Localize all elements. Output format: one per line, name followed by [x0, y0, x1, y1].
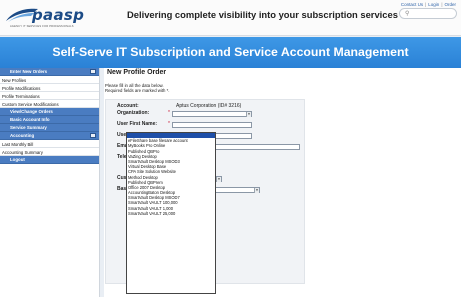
sidebar-group-view-change-orders[interactable]: View/Change Orders [0, 108, 99, 116]
instruction-line: Required fields are marked with *. [105, 88, 170, 93]
sidebar-item-profile-modifications[interactable]: Profile Modifications [0, 84, 99, 92]
sidebar-group-accounting[interactable]: Accounting [0, 132, 99, 140]
sidebar-nav: Enter New Orders New Profiles Profile Mo… [0, 68, 100, 297]
login-link[interactable]: Login [428, 2, 439, 7]
required-marker: * [168, 121, 170, 127]
logo-tagline: AGENCY IT SERVICES FOR PROFESSIONALS [10, 25, 74, 28]
title-band: Self-Serve IT Subscription and Service A… [0, 37, 461, 68]
form-instructions: Please fill in all the data below. Requi… [105, 83, 169, 93]
sidebar-group-label: Logout [10, 157, 25, 162]
site-logo[interactable]: paasp AGENCY IT SERVICES FOR PROFESSIONA… [4, 6, 106, 30]
chevron-down-icon: ▼ [246, 112, 251, 117]
sidebar-group-label: Enter New Orders [10, 69, 48, 74]
collapse-toggle-icon[interactable] [90, 69, 96, 74]
dropdown-option[interactable]: SmartVault VAULT 25,000 [127, 211, 215, 216]
contact-us-link[interactable]: Contact Us [401, 2, 423, 7]
organization-label: Organization: [117, 110, 150, 116]
required-marker: * [168, 110, 170, 116]
sidebar-group-logout[interactable]: Logout [0, 156, 99, 164]
sidebar-item-last-monthly-bill[interactable]: Last Monthly Bill [0, 140, 99, 148]
logo-wordmark: paasp [32, 6, 85, 24]
collapse-toggle-icon[interactable] [90, 133, 96, 138]
sidebar-item-profile-terminations[interactable]: Profile Terminations [0, 92, 99, 100]
organization-select[interactable]: ▼ [172, 111, 252, 117]
account-value: Aptus Corporation (ID# 3216) [176, 103, 242, 109]
sidebar-item-custom-service-modifications[interactable]: Custom Service Modifications [0, 100, 99, 108]
first-name-field[interactable] [172, 122, 252, 128]
sidebar-group-enter-new-orders[interactable]: Enter New Orders [0, 68, 99, 76]
sidebar-group-label: View/Change Orders [10, 109, 53, 114]
site-header: Contact Us | Login | Order paasp AGENCY IT S… [0, 0, 461, 36]
search-input[interactable]: ⚲ [399, 8, 457, 19]
header-tagline: Delivering complete visibility into your… [127, 9, 398, 20]
sidebar-group-label: Service Summary [10, 125, 47, 130]
order-link[interactable]: Order [444, 2, 456, 7]
sidebar-group-basic-account-info[interactable]: Basic Account Info [0, 116, 99, 124]
chevron-down-icon: ▼ [216, 177, 221, 182]
page-banner-title: Self-Serve IT Subscription and Service A… [52, 45, 409, 59]
page-title: New Profile Order [107, 69, 167, 76]
base-service-dropdown-list[interactable]: eFileShare base filesare account MyBooks … [126, 132, 216, 294]
sidebar-group-service-summary[interactable]: Service Summary [0, 124, 99, 132]
chevron-down-icon: ▼ [254, 188, 259, 193]
sidebar-item-accounting-summary[interactable]: Accounting Summary [0, 148, 99, 156]
sidebar-group-label: Basic Account Info [10, 117, 50, 122]
search-icon: ⚲ [405, 11, 410, 17]
top-links: Contact Us | Login | Order [401, 2, 456, 7]
sidebar-group-label: Accounting [10, 133, 35, 138]
account-label: Account: [117, 103, 139, 109]
first-name-label: User First Name: [117, 121, 158, 127]
sidebar-item-new-profiles[interactable]: New Profiles [0, 76, 99, 84]
